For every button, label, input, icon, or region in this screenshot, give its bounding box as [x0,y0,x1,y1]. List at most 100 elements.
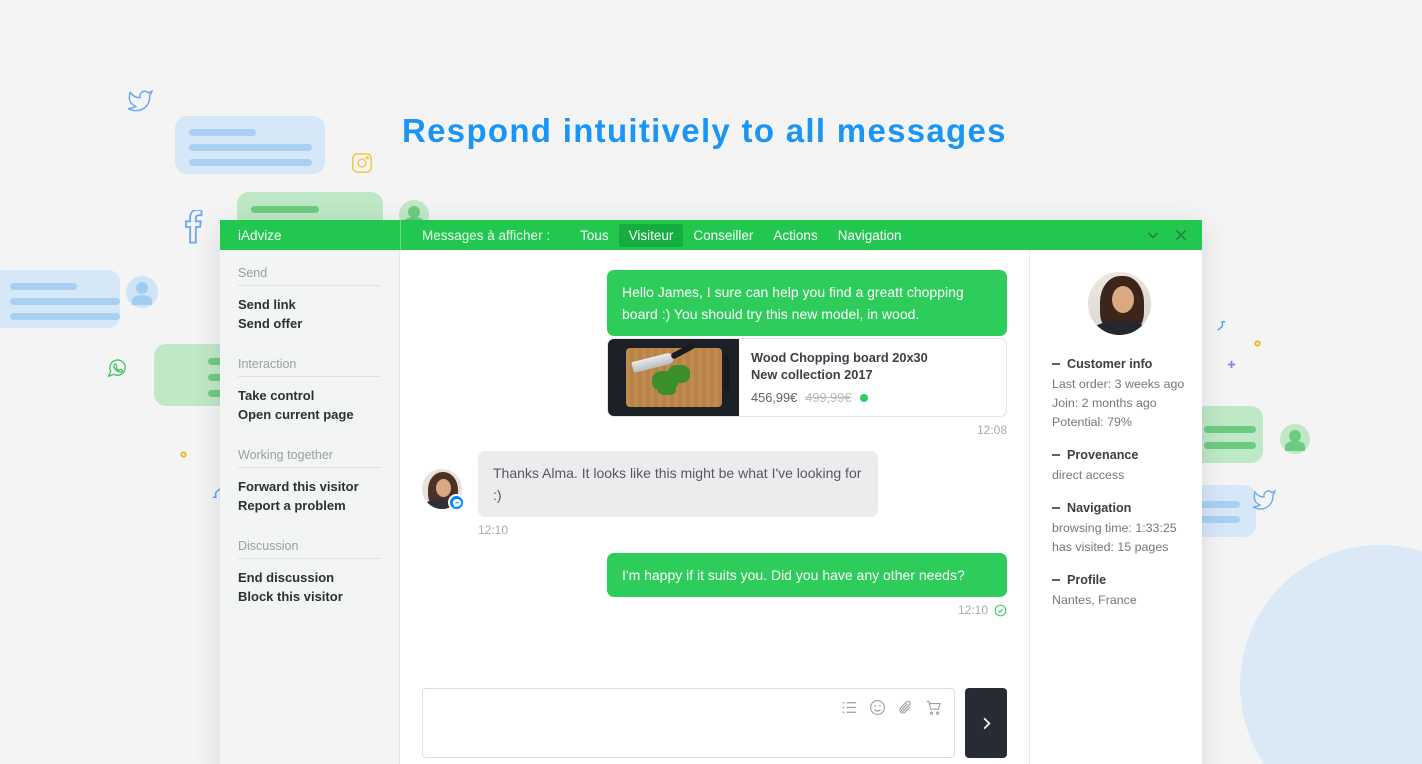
tab-actions[interactable]: Actions [763,224,827,247]
section-header[interactable]: Provenance [1052,448,1186,462]
section-title: Provenance [1067,448,1139,462]
sidebar-item-forward-visitor[interactable]: Forward this visitor [238,477,381,496]
timestamp-text: 12:10 [957,603,988,617]
attachment-icon[interactable] [897,699,914,716]
sidebar-item-block-visitor[interactable]: Block this visitor [238,587,381,606]
message-bubble-outgoing: Hello James, I sure can help you find a … [607,270,1007,336]
product-image [608,339,739,416]
message-filter-tabs: Tous Visiteur Conseiller Actions Navigat… [570,223,912,247]
window-titlebar: iAdvize Messages à afficher : Tous Visit… [220,220,1202,250]
sidebar-item-report-problem[interactable]: Report a problem [238,496,381,515]
facebook-icon [184,210,203,244]
message-composer [400,672,1029,764]
product-title-line-2: New collection 2017 [751,367,873,382]
tab-conseiller[interactable]: Conseiller [683,224,763,247]
titlebar-divider [400,220,401,250]
info-line: browsing time: 1:33:25 [1052,521,1177,535]
chevron-down-icon[interactable] [1146,228,1160,242]
chat-bubble-decoration [0,270,120,328]
window-body: Send Send link Send offer Interaction Ta… [220,250,1202,764]
sidebar-item-send-link[interactable]: Send link [238,295,381,314]
list-icon[interactable] [841,699,858,716]
window-controls [1146,220,1188,250]
iadvize-chat-window: iAdvize Messages à afficher : Tous Visit… [220,220,1202,764]
tab-navigation[interactable]: Navigation [828,224,912,247]
cart-icon[interactable] [925,699,942,716]
timestamp-text: 12:08 [976,423,1007,437]
message-group: Hello James, I sure can help you find a … [607,270,1007,437]
visitor-info-panel: Customer info Last order: 3 weeks ago Jo… [1030,250,1202,764]
actions-sidebar: Send Send link Send offer Interaction Ta… [220,250,400,764]
section-title: Customer info [1067,357,1153,371]
info-line: Last order: 3 weeks ago [1052,377,1185,391]
message-timestamp: 12:10 [607,603,1007,617]
tab-visiteur[interactable]: Visiteur [618,223,684,247]
agent-avatar [1087,272,1151,335]
composer-tools [841,699,942,716]
info-line: has visited: 15 pages [1052,540,1169,554]
section-title: Navigation [1067,501,1132,515]
sidebar-item-send-offer[interactable]: Send offer [238,314,381,333]
sidebar-section-send: Send Send link Send offer [238,266,381,333]
whatsapp-icon [107,359,126,378]
blob-decoration [1240,545,1422,764]
send-button[interactable] [965,688,1007,758]
product-card[interactable]: Wood Chopping board 20x30 New collection… [607,338,1007,417]
sidebar-section-discussion: Discussion End discussion Block this vis… [238,539,381,606]
chat-bubble-decoration [175,116,325,174]
message-timestamp: 12:08 [607,423,1007,437]
info-line: direct access [1052,468,1125,482]
message-thread: Hello James, I sure can help you find a … [400,250,1029,672]
collapse-icon[interactable] [1052,507,1060,509]
instagram-icon [352,153,372,173]
twitter-icon [1252,489,1277,510]
conversation-panel: Hello James, I sure can help you find a … [400,250,1030,764]
product-title-line-1: Wood Chopping board 20x30 [751,350,928,365]
collapse-icon[interactable] [1052,363,1060,365]
emoji-icon[interactable] [869,699,886,716]
visitor-avatar [422,469,465,511]
message-group: I'm happy if it suits you. Did you have … [607,553,1007,617]
section-header[interactable]: Customer info [1052,357,1186,371]
sidebar-section-working-together: Working together Forward this visitor Re… [238,448,381,515]
sidebar-section-title: Working together [238,448,381,468]
delivered-check-icon [994,604,1007,617]
product-price-current: 456,99€ [751,390,798,405]
sidebar-item-take-control[interactable]: Take control [238,386,381,405]
close-icon[interactable] [1174,228,1188,242]
sidebar-item-end-discussion[interactable]: End discussion [238,568,381,587]
info-section-navigation: Navigation browsing time: 1:33:25 has vi… [1052,501,1186,557]
avatar [1280,424,1310,454]
message-row: Hello James, I sure can help you find a … [422,270,1007,437]
info-line: Potential: 79% [1052,415,1132,429]
product-prices: 456,99€ 499,99€ [751,390,994,405]
info-section-profile: Profile Nantes, France [1052,573,1186,610]
twitter-icon [127,89,154,112]
section-header[interactable]: Navigation [1052,501,1186,515]
collapse-icon[interactable] [1052,454,1060,456]
section-title: Profile [1067,573,1107,587]
page-title: Respond intuitively to all messages [402,112,1007,149]
sparkle-icon [1254,340,1261,347]
product-price-old: 499,99€ [805,390,852,405]
tab-tous[interactable]: Tous [570,224,619,247]
message-timestamp: 12:10 [478,523,878,537]
sparkle-icon [1217,321,1226,331]
message-input-wrapper [422,688,955,758]
message-bubble-incoming: Thanks Alma. It looks like this might be… [478,451,878,517]
page-root: Respond intuitively to all messages iAdv… [0,0,1422,764]
messenger-icon [448,494,465,511]
message-row: Thanks Alma. It looks like this might be… [422,451,1007,537]
sidebar-item-open-current-page[interactable]: Open current page [238,405,381,424]
collapse-icon[interactable] [1052,579,1060,581]
availability-dot-icon [859,393,868,402]
message-group: Thanks Alma. It looks like this might be… [478,451,878,537]
section-header[interactable]: Profile [1052,573,1186,587]
message-row: I'm happy if it suits you. Did you have … [422,553,1007,617]
message-bubble-outgoing: I'm happy if it suits you. Did you have … [607,553,1007,597]
info-line: Join: 2 months ago [1052,396,1157,410]
message-filter-label: Messages à afficher : [422,227,551,243]
sidebar-section-title: Discussion [238,539,381,559]
info-line: Nantes, France [1052,593,1137,607]
timestamp-text: 12:10 [478,523,509,537]
